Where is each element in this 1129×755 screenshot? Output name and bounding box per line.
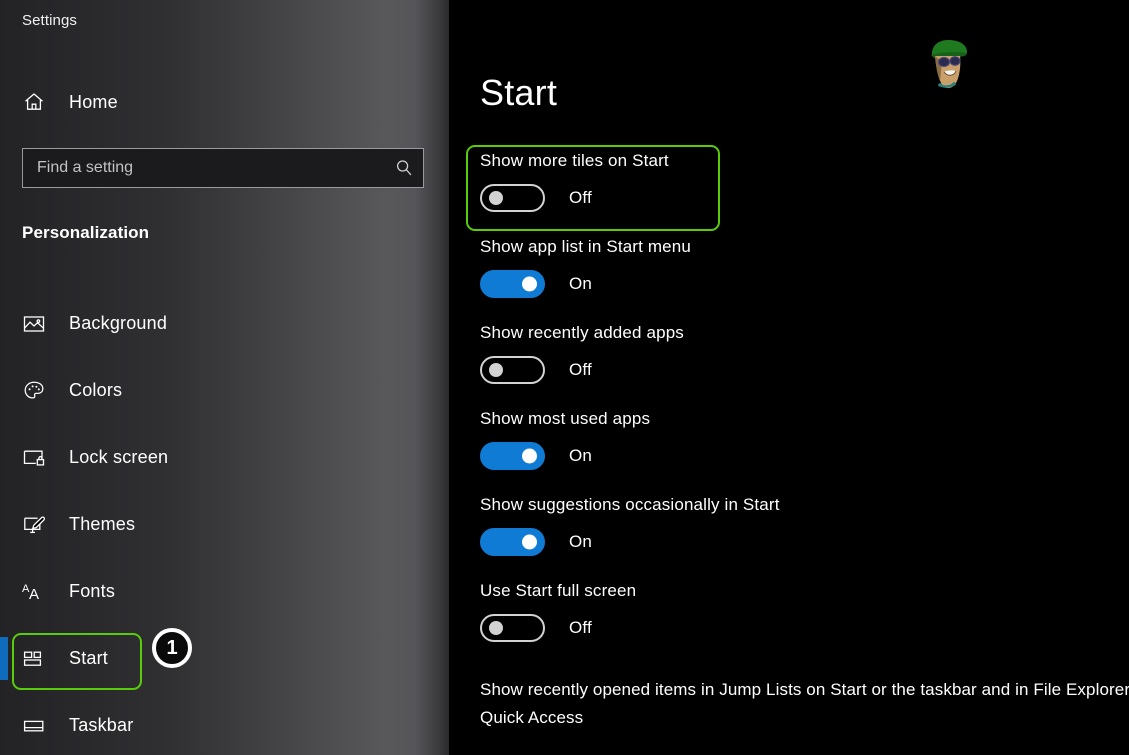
toggle-row: On (480, 442, 1129, 470)
sidebar-item-label: Colors (69, 380, 122, 401)
svg-text:A: A (29, 586, 39, 603)
setting-show-more-tiles: Show more tiles on Start Off (480, 150, 1129, 212)
search-icon[interactable] (385, 149, 423, 187)
sidebar-item-start[interactable]: Start (0, 625, 449, 692)
settings-window: Settings Home (0, 0, 1129, 755)
setting-show-recently-added: Show recently added apps Off (480, 322, 1129, 384)
setting-show-most-used: Show most used apps On (480, 408, 1129, 470)
toggle-state-label: On (569, 274, 592, 294)
setting-label: Show app list in Start menu (480, 236, 1129, 258)
toggle-show-suggestions[interactable] (480, 528, 545, 556)
sidebar-item-themes[interactable]: Themes (0, 491, 449, 558)
setting-label: Show recently added apps (480, 322, 1129, 344)
lock-screen-icon (22, 446, 52, 470)
image-icon (22, 312, 52, 336)
sidebar-section-header: Personalization (22, 223, 149, 243)
setting-label: Use Start full screen (480, 580, 1129, 602)
start-tiles-icon (22, 647, 52, 671)
toggle-knob (489, 363, 503, 377)
setting-label: Show suggestions occasionally in Start (480, 494, 1129, 516)
toggle-knob (522, 535, 537, 550)
setting-jump-lists: Show recently opened items in Jump Lists… (480, 676, 1129, 732)
toggle-knob (522, 449, 537, 464)
toggle-row: Off (480, 356, 1129, 384)
toggle-show-most-used[interactable] (480, 442, 545, 470)
search-container (22, 148, 424, 188)
step-marker-1: 1 (152, 628, 192, 668)
toggle-state-label: Off (569, 360, 592, 380)
toggle-show-app-list[interactable] (480, 270, 545, 298)
fonts-icon: A A (22, 580, 52, 604)
sidebar-item-label: Start (69, 648, 108, 669)
toggle-state-label: On (569, 446, 592, 466)
sidebar-item-label: Background (69, 313, 167, 334)
sidebar-nav-list: Background Colors (0, 290, 449, 755)
sidebar-item-label: Fonts (69, 581, 115, 602)
app-title: Settings (22, 12, 77, 29)
settings-list: Show more tiles on Start Off Show app li… (480, 150, 1129, 748)
setting-label: Show most used apps (480, 408, 1129, 430)
sidebar-item-lock-screen[interactable]: Lock screen (0, 424, 449, 491)
sidebar-item-home-label: Home (69, 92, 118, 113)
setting-use-start-full-screen: Use Start full screen Off (480, 580, 1129, 642)
sidebar-item-fonts[interactable]: A A Fonts (0, 558, 449, 625)
search-box[interactable] (22, 148, 424, 188)
sidebar-item-label: Themes (69, 514, 135, 535)
home-icon (22, 90, 52, 114)
sidebar-item-label: Taskbar (69, 715, 133, 736)
toggle-row: On (480, 528, 1129, 556)
cartoon-face-logo (922, 36, 974, 92)
toggle-use-start-full-screen[interactable] (480, 614, 545, 642)
sidebar-item-background[interactable]: Background (0, 290, 449, 357)
main-panel: Start Show more tiles on Start Off Show … (449, 0, 1129, 755)
page-title: Start (480, 72, 557, 114)
toggle-row: Off (480, 184, 1129, 212)
toggle-knob (489, 191, 503, 205)
toggle-show-recently-added[interactable] (480, 356, 545, 384)
sidebar: Settings Home (0, 0, 449, 755)
toggle-state-label: Off (569, 188, 592, 208)
sidebar-item-label: Lock screen (69, 447, 168, 468)
setting-show-suggestions: Show suggestions occasionally in Start O… (480, 494, 1129, 556)
sidebar-item-home[interactable]: Home (22, 86, 202, 118)
sidebar-item-taskbar[interactable]: Taskbar (0, 692, 449, 755)
toggle-show-more-tiles[interactable] (480, 184, 545, 212)
sidebar-item-colors[interactable]: Colors (0, 357, 449, 424)
palette-icon (22, 379, 52, 403)
toggle-state-label: On (569, 532, 592, 552)
toggle-row: On (480, 270, 1129, 298)
taskbar-icon (22, 714, 52, 738)
toggle-row: Off (480, 614, 1129, 642)
search-input[interactable] (23, 149, 385, 187)
brush-icon (22, 513, 52, 537)
setting-label: Show more tiles on Start (480, 150, 1129, 172)
setting-label: Show recently opened items in Jump Lists… (480, 680, 1129, 727)
toggle-knob (489, 621, 503, 635)
toggle-state-label: Off (569, 618, 592, 638)
toggle-knob (522, 277, 537, 292)
setting-show-app-list: Show app list in Start menu On (480, 236, 1129, 298)
